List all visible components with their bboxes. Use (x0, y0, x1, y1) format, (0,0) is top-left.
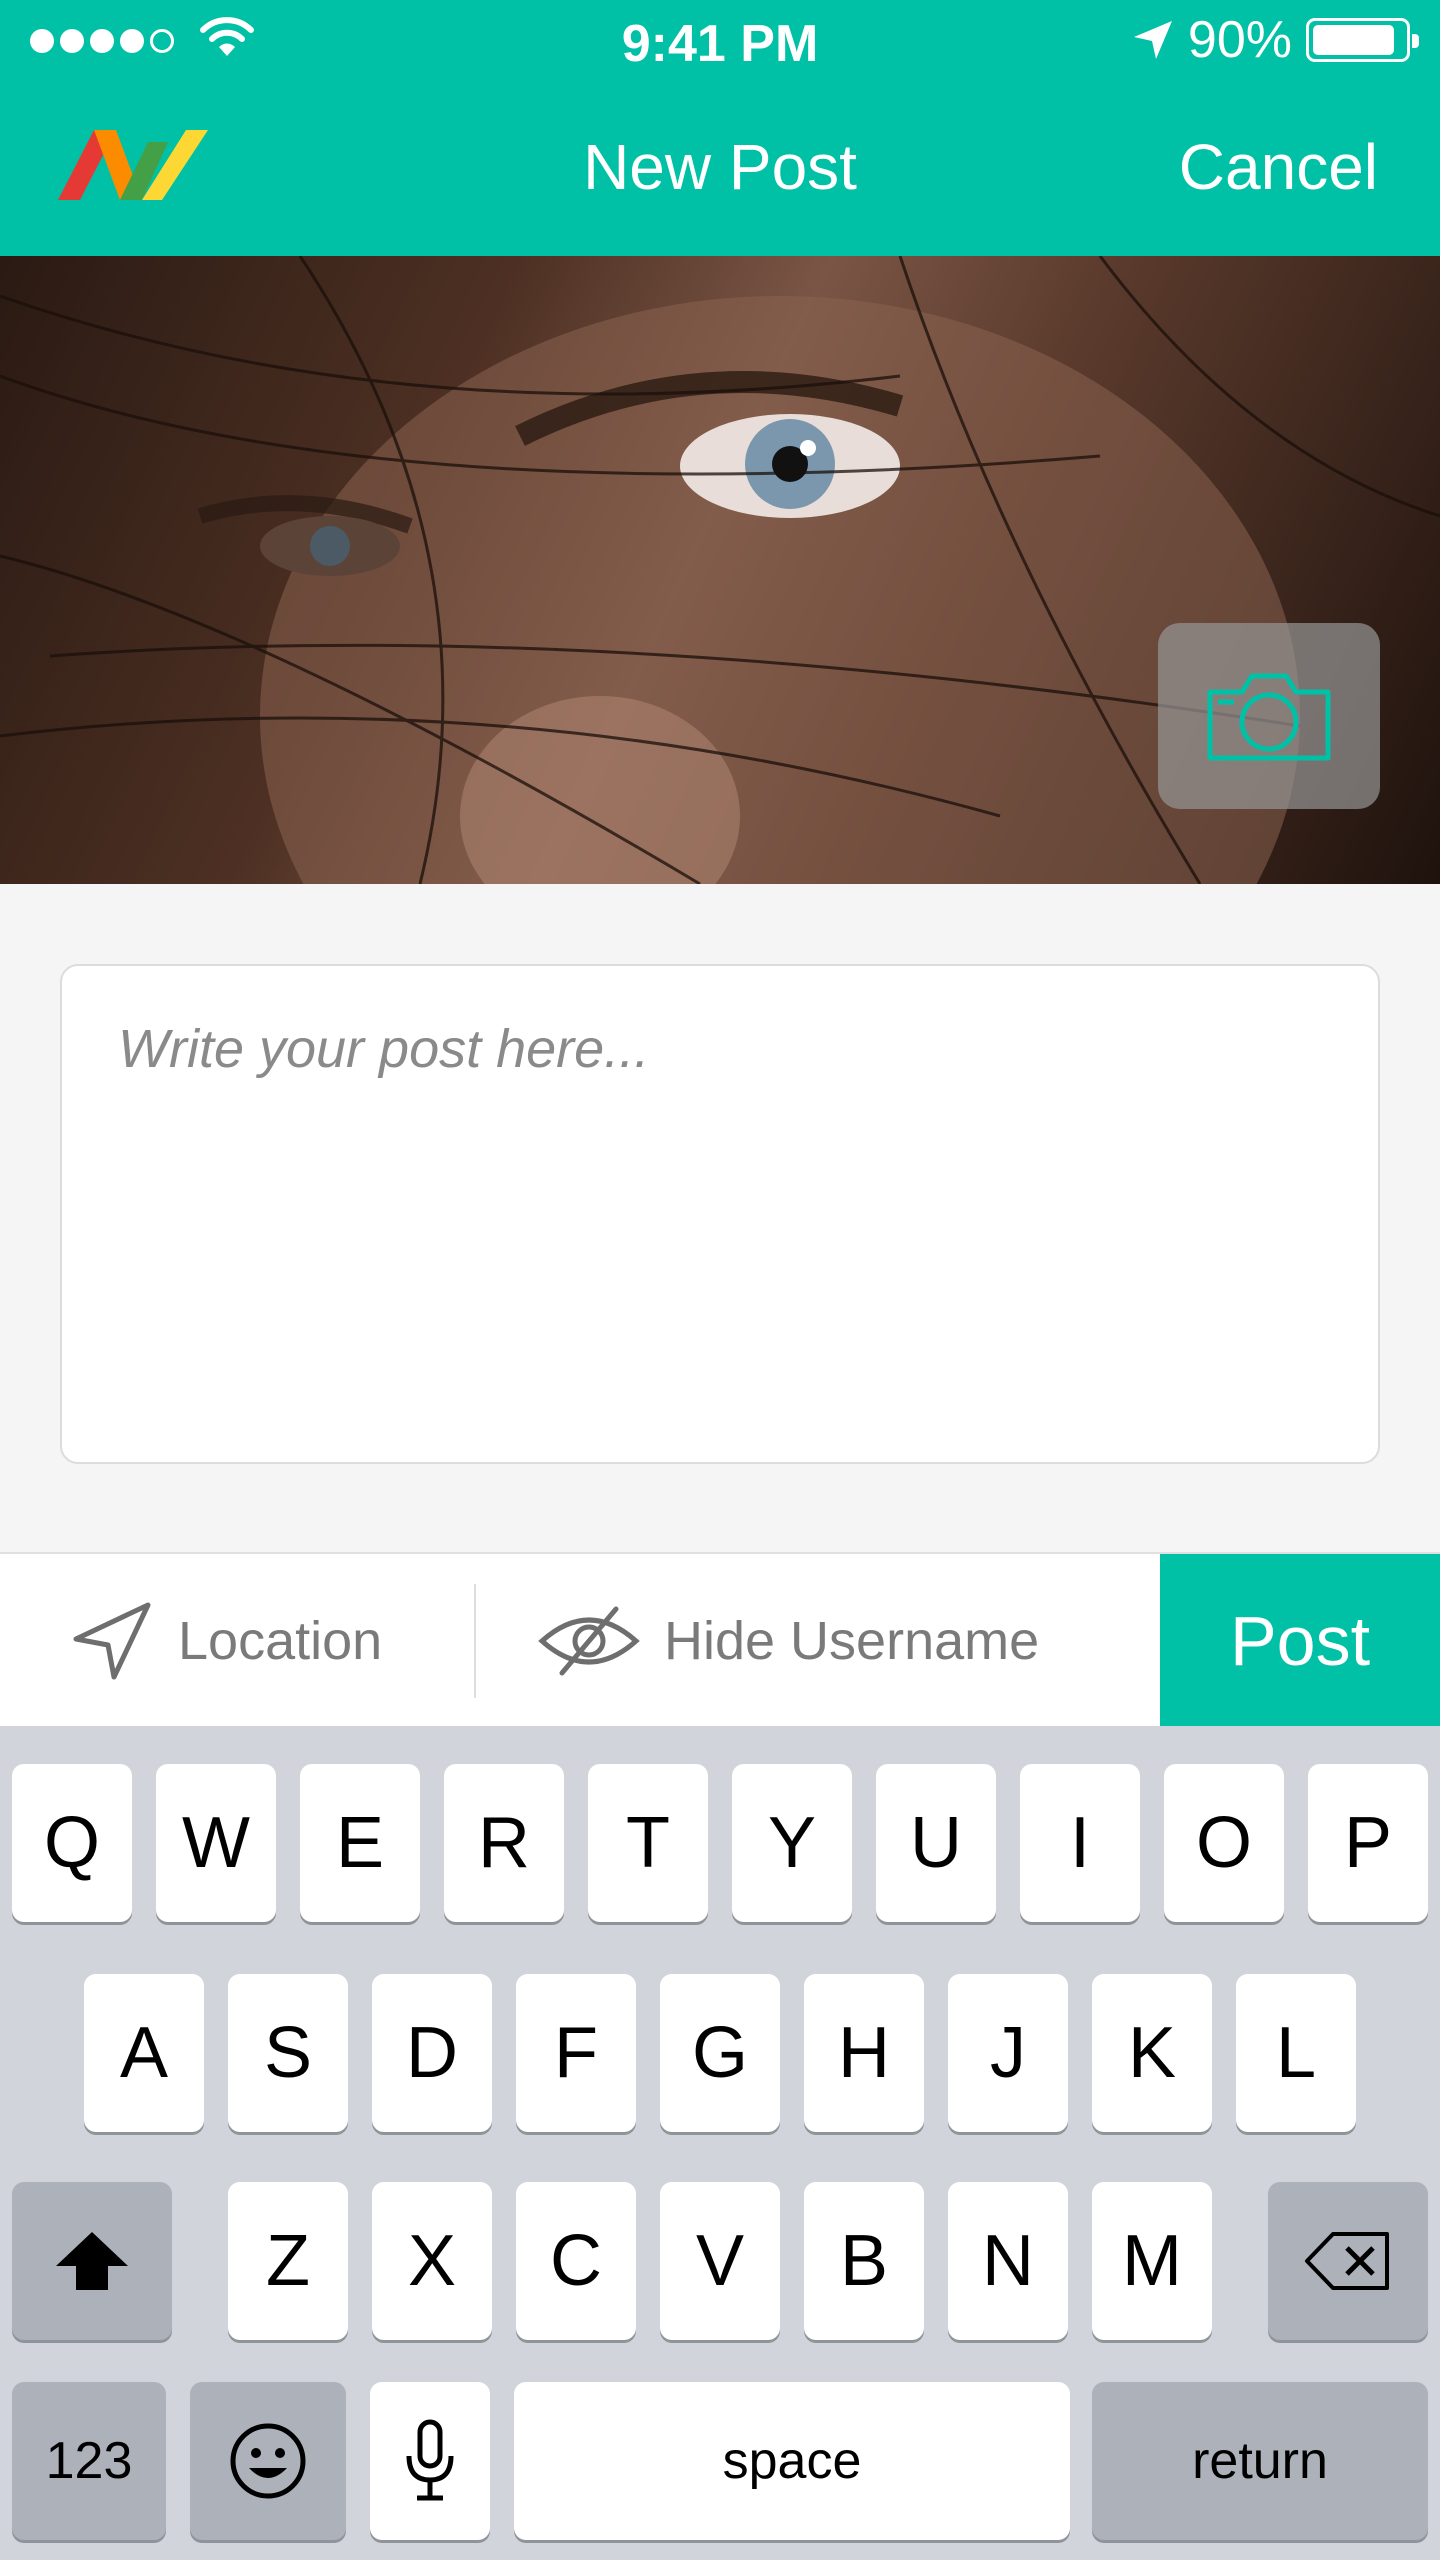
key-k[interactable]: K (1092, 1974, 1212, 2132)
microphone-icon (406, 2419, 454, 2501)
post-photo (0, 256, 1440, 884)
key-w[interactable]: W (156, 1764, 276, 1922)
hide-username-toggle[interactable]: Hide Username (538, 1554, 1039, 1728)
location-arrow-icon (73, 1602, 151, 1680)
post-text-box[interactable] (60, 964, 1380, 1464)
status-bar: 9:41 PM 90% (0, 0, 1440, 82)
key-e[interactable]: E (300, 1764, 420, 1922)
location-button[interactable]: Location (70, 1554, 382, 1728)
key-j[interactable]: J (948, 1974, 1068, 2132)
eye-slash-icon (538, 1606, 640, 1676)
key-h[interactable]: H (804, 1974, 924, 2132)
key-t[interactable]: T (588, 1764, 708, 1922)
post-text-input[interactable] (116, 1016, 1324, 1412)
key-s[interactable]: S (228, 1974, 348, 2132)
key-c[interactable]: C (516, 2182, 636, 2340)
emoji-icon (230, 2423, 306, 2499)
key-i[interactable]: I (1020, 1764, 1140, 1922)
microphone-key[interactable] (370, 2382, 490, 2540)
key-l[interactable]: L (1236, 1974, 1356, 2132)
post-button[interactable]: Post (1160, 1554, 1440, 1728)
emoji-key[interactable] (190, 2382, 346, 2540)
key-d[interactable]: D (372, 1974, 492, 2132)
camera-icon (1207, 673, 1331, 761)
action-divider (474, 1584, 476, 1698)
key-g[interactable]: G (660, 1974, 780, 2132)
key-m[interactable]: M (1092, 2182, 1212, 2340)
key-x[interactable]: X (372, 2182, 492, 2340)
camera-button[interactable] (1158, 623, 1380, 809)
key-n[interactable]: N (948, 2182, 1068, 2340)
key-f[interactable]: F (516, 1974, 636, 2132)
nav-bar: New Post Cancel (0, 82, 1440, 256)
key-r[interactable]: R (444, 1764, 564, 1922)
key-a[interactable]: A (84, 1974, 204, 2132)
numbers-key[interactable]: 123 (12, 2382, 166, 2540)
cancel-button[interactable]: Cancel (1179, 130, 1378, 204)
battery-icon (1306, 18, 1419, 62)
keyboard: QWERTYUIOP ASDFGHJKL ZXCVBNM 123 space r… (0, 1726, 1440, 2560)
key-q[interactable]: Q (12, 1764, 132, 1922)
key-v[interactable]: V (660, 2182, 780, 2340)
battery-percent: 90% (1187, 11, 1292, 69)
hide-username-label: Hide Username (664, 1611, 1040, 1671)
location-arrow-icon (1133, 21, 1172, 59)
key-z[interactable]: Z (228, 2182, 348, 2340)
key-o[interactable]: O (1164, 1764, 1284, 1922)
backspace-key[interactable] (1268, 2182, 1428, 2340)
space-key[interactable]: space (514, 2382, 1070, 2540)
location-label: Location (178, 1611, 383, 1671)
shift-key[interactable] (12, 2182, 172, 2340)
shift-arrow-icon (56, 2232, 128, 2290)
key-u[interactable]: U (876, 1764, 996, 1922)
status-right: 90% (1132, 11, 1419, 69)
return-key[interactable]: return (1092, 2382, 1428, 2540)
backspace-icon (1305, 2232, 1389, 2290)
key-p[interactable]: P (1308, 1764, 1428, 1922)
key-y[interactable]: Y (732, 1764, 852, 1922)
key-b[interactable]: B (804, 2182, 924, 2340)
post-action-bar: Location Hide Username Post (0, 1552, 1440, 1728)
header: 9:41 PM 90% New Post Cancel (0, 0, 1440, 256)
